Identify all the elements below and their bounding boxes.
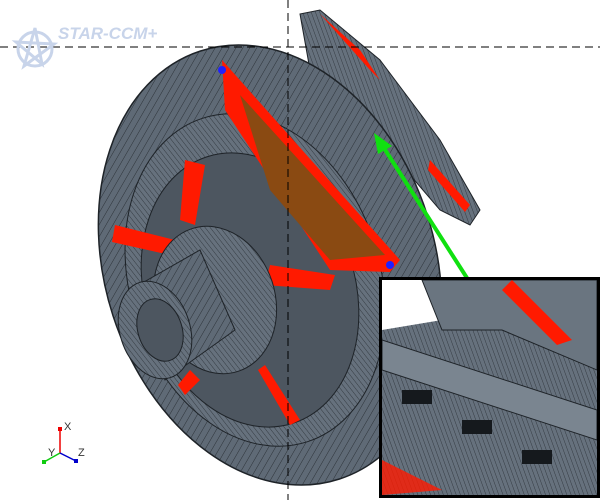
x-axis-label: X [64,421,72,433]
zoom-inset [379,277,600,498]
z-axis-label: Z [78,447,85,459]
y-axis-label: Y [48,447,56,459]
logo-text: STAR-CCM+ [58,24,158,43]
axis-triad: X Y Z [30,415,100,475]
